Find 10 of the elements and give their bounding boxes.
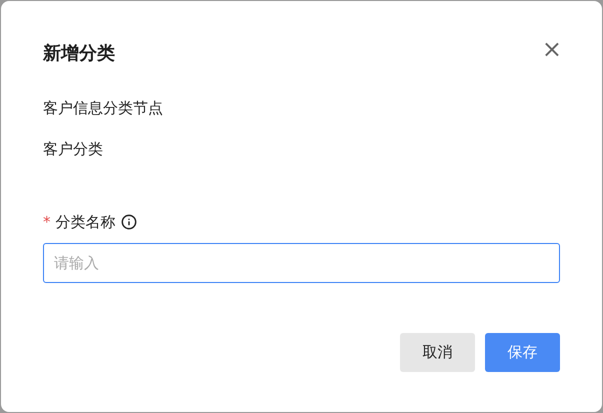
close-button[interactable]: × — [542, 37, 562, 61]
info-text: 客户分类 — [43, 139, 104, 160]
info-text: 客户信息分类节点 — [43, 98, 164, 119]
required-mark: * — [43, 212, 50, 233]
save-button[interactable]: 保存 — [485, 332, 560, 372]
cancel-button[interactable]: 取消 — [400, 332, 475, 372]
dialog-title: 新增分类 — [43, 42, 115, 66]
field-label: 分类名称 — [56, 212, 116, 233]
info-icon — [120, 214, 136, 230]
input-field[interactable]: 请输入 — [43, 242, 560, 282]
